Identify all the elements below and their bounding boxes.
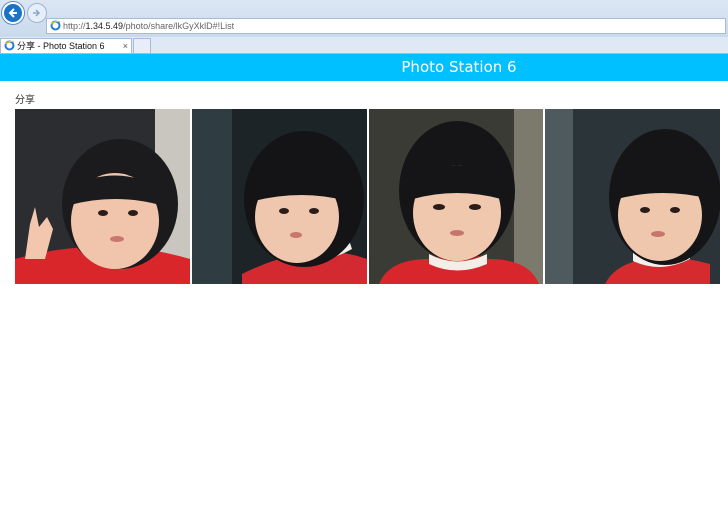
tab-strip: 分享 - Photo Station 6 × — [0, 37, 728, 54]
photo-image-2 — [191, 109, 367, 284]
browser-chrome: http://1.34.5.49/photo/share/lkGyXklD#!L… — [0, 0, 728, 38]
new-tab-button[interactable] — [133, 38, 151, 53]
forward-button[interactable] — [27, 3, 47, 23]
photo-image-1 — [15, 109, 190, 284]
section-label: 分享 — [15, 95, 35, 106]
app-title: Photo Station 6 — [401, 58, 517, 76]
back-button[interactable] — [2, 2, 24, 24]
ie-tab-icon — [4, 40, 15, 51]
arrow-right-icon — [33, 9, 41, 17]
photo-thumbnail-3[interactable] — [368, 109, 544, 284]
photo-image-3 — [368, 109, 544, 284]
tab-title: 分享 - Photo Station 6 — [17, 41, 105, 51]
arrow-left-icon — [8, 8, 17, 18]
photo-gallery — [15, 109, 720, 284]
photo-thumbnail-2[interactable] — [191, 109, 367, 284]
ie-icon — [50, 20, 61, 31]
photo-thumbnail-4[interactable] — [545, 109, 720, 284]
photo-image-4 — [545, 109, 720, 284]
address-bar[interactable]: http://1.34.5.49/photo/share/lkGyXklD#!L… — [46, 18, 726, 34]
url-path: /photo/share/lkGyXklD#!List — [123, 21, 235, 31]
app-header: Photo Station 6 — [0, 54, 728, 81]
close-icon[interactable]: × — [123, 39, 128, 53]
tab-photo-station[interactable]: 分享 - Photo Station 6 × — [0, 38, 132, 53]
url-prefix: http:// — [63, 21, 86, 31]
url-host: 1.34.5.49 — [85, 21, 124, 31]
photo-thumbnail-1[interactable] — [15, 109, 190, 284]
